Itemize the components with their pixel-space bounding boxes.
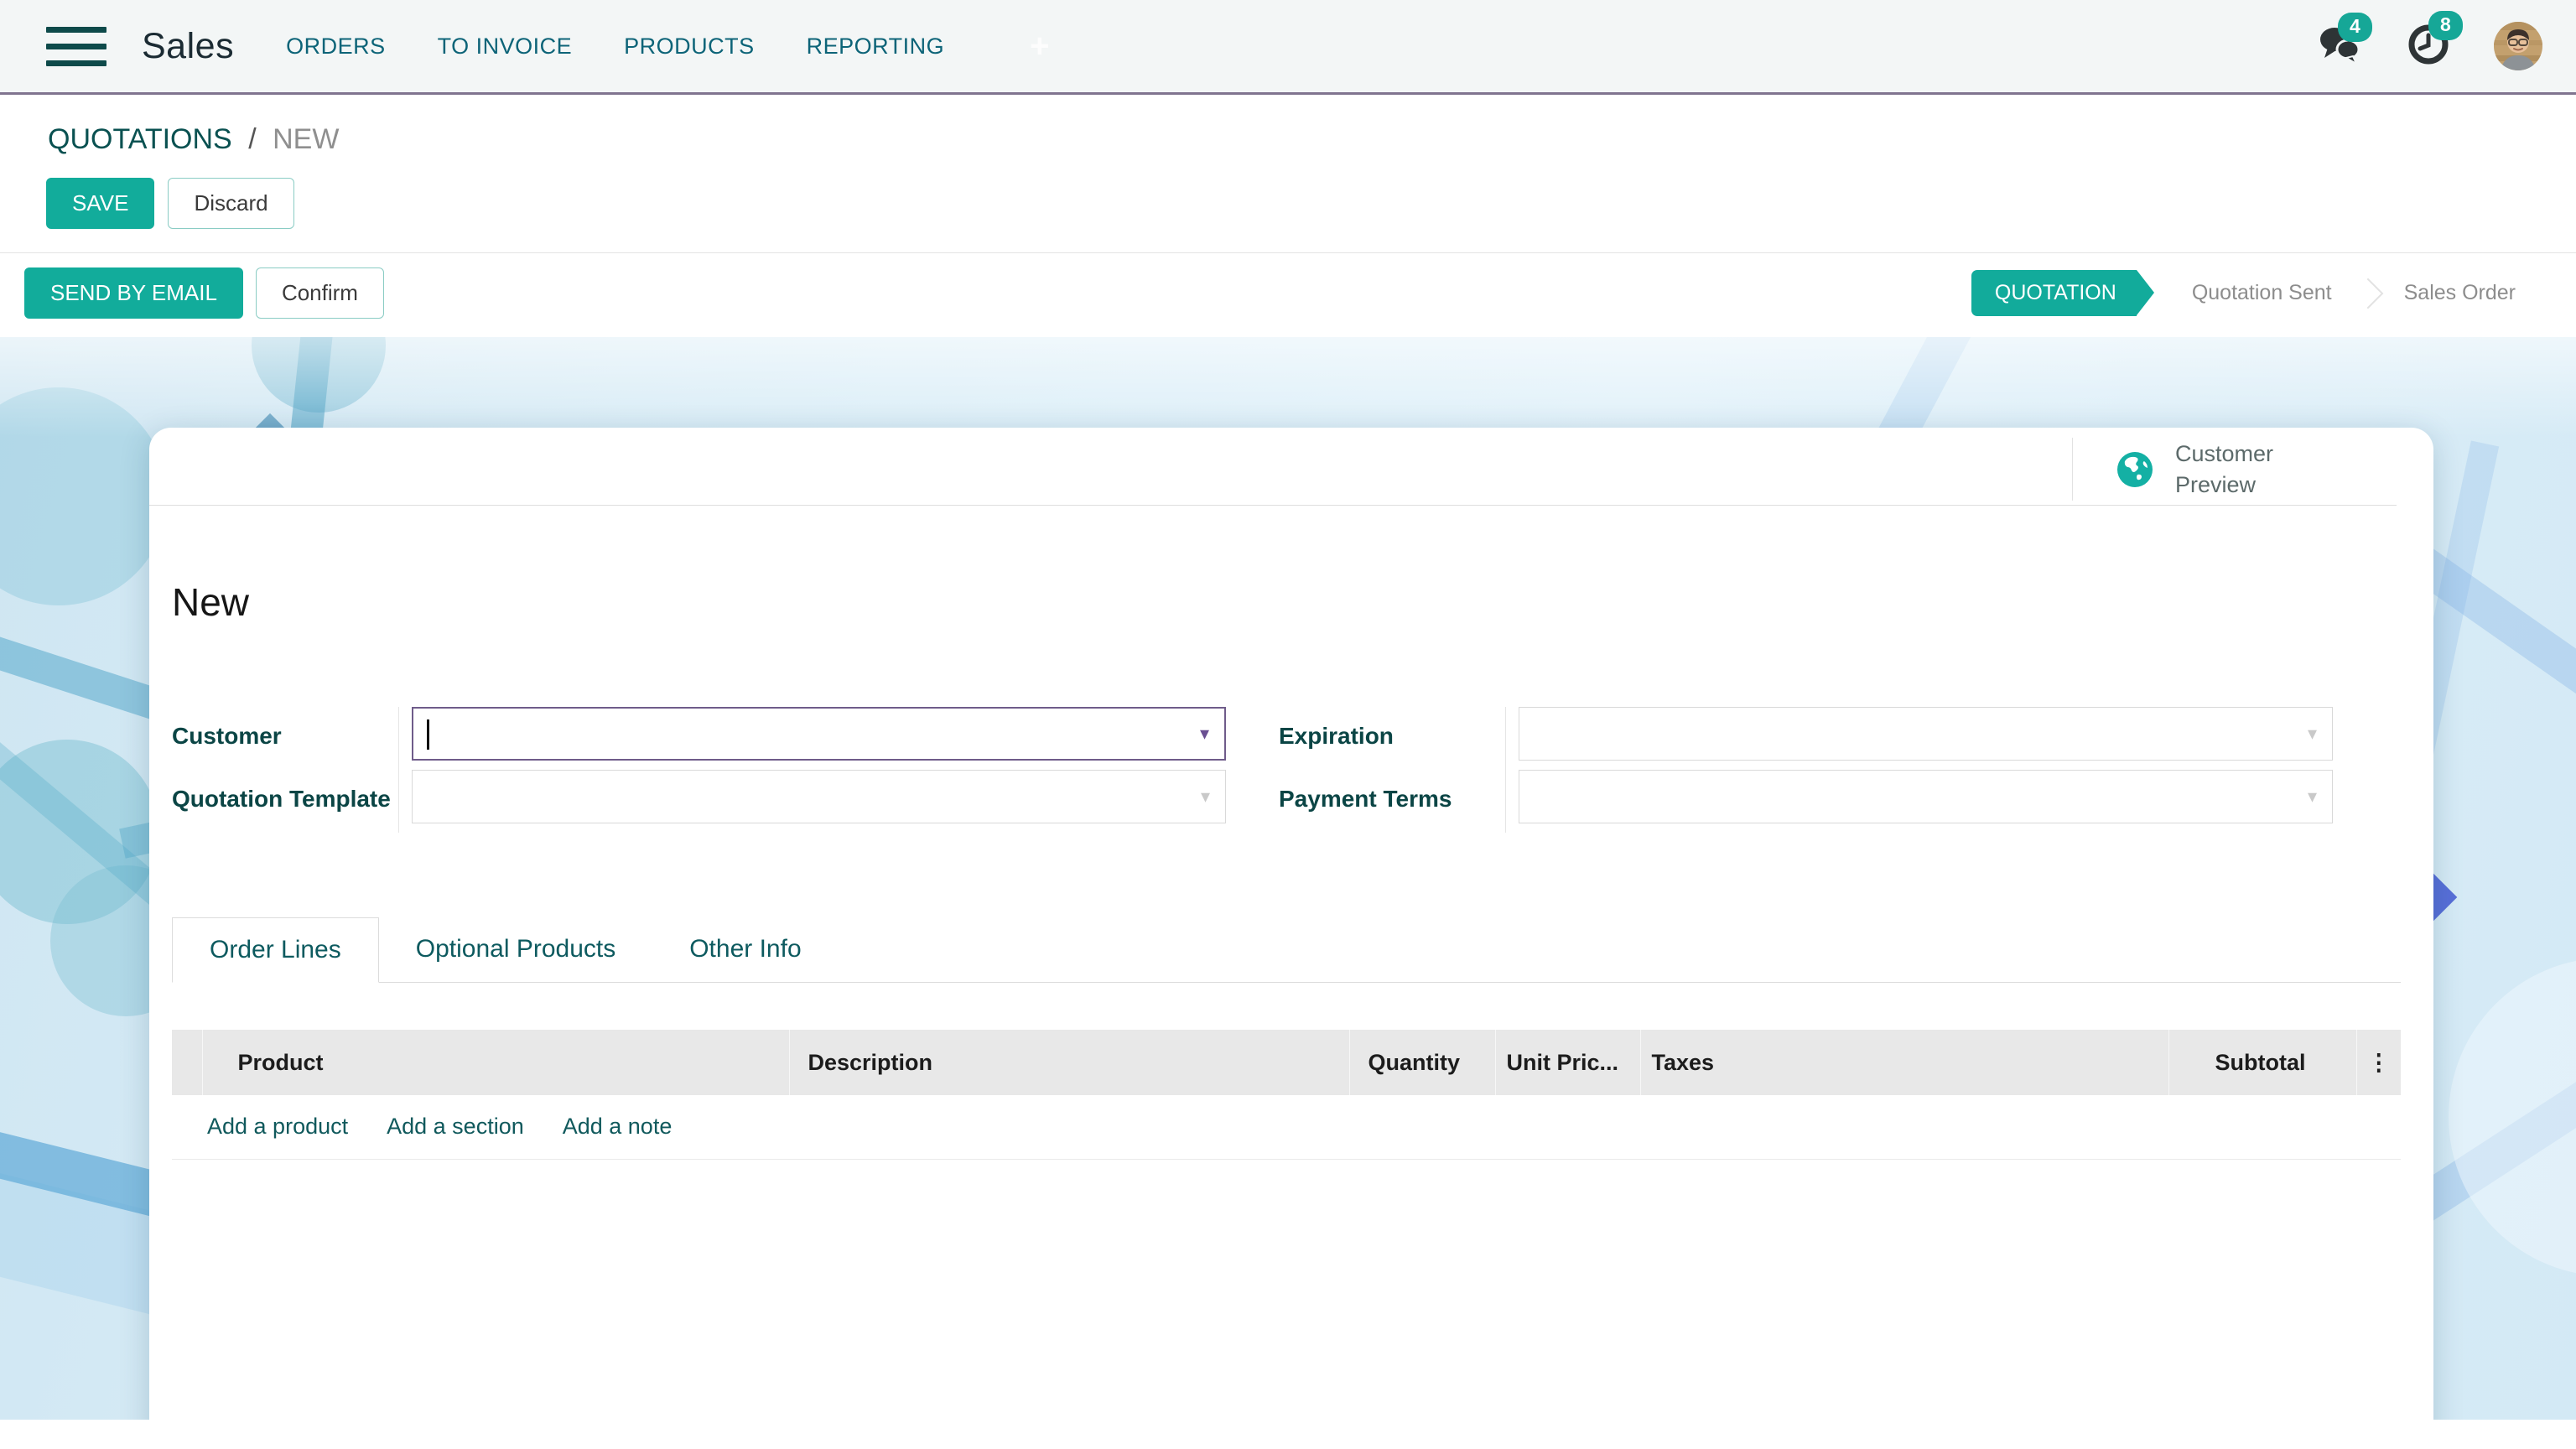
plus-icon: + (1030, 28, 1049, 65)
activities-badge: 8 (2428, 11, 2463, 40)
send-by-email-button[interactable]: SEND BY EMAIL (24, 267, 243, 319)
payment-terms-label: Payment Terms (1279, 770, 1505, 833)
column-taxes[interactable]: Taxes (1640, 1030, 2168, 1095)
form-workspace: Customer Preview New Customer Quotation … (0, 337, 2576, 1420)
column-quantity[interactable]: Quantity (1349, 1030, 1495, 1095)
column-product[interactable]: Product (202, 1030, 789, 1095)
tab-order-lines[interactable]: Order Lines (172, 917, 379, 983)
tab-optional-products[interactable]: Optional Products (379, 917, 652, 982)
status-step-quotation-sent[interactable]: Quotation Sent (2167, 281, 2357, 305)
quotation-template-input[interactable]: ▾ (412, 770, 1226, 823)
expiration-label: Expiration (1279, 707, 1505, 770)
statusbar: QUOTATION Quotation Sent Sales Order (1971, 270, 2541, 316)
customer-input[interactable]: ▾ (412, 707, 1226, 761)
avatar-photo (2494, 22, 2542, 70)
breadcrumb-quotations[interactable]: QUOTATIONS (48, 123, 232, 155)
field-group: Customer Quotation Template ▾ ▾ (172, 707, 2333, 833)
table-add-row: Add a product Add a section Add a note (172, 1095, 2401, 1159)
column-subtotal[interactable]: Subtotal (2168, 1030, 2356, 1095)
control-panel: QUOTATIONS / NEW SAVE Discard SEND BY EM… (0, 95, 2576, 337)
messages-button[interactable]: 4 (2316, 24, 2363, 69)
breadcrumb-separator: / (248, 123, 256, 155)
discard-button[interactable]: Discard (168, 178, 293, 229)
app-brand[interactable]: Sales (142, 26, 234, 67)
nav-item-products[interactable]: PRODUCTS (624, 34, 755, 60)
status-step-sales-order[interactable]: Sales Order (2379, 281, 2541, 305)
quotation-sheet: Customer Preview New Customer Quotation … (149, 428, 2433, 1420)
drag-handle-column (172, 1030, 202, 1095)
breadcrumb-current: NEW (273, 123, 339, 155)
quotation-template-label: Quotation Template (172, 770, 398, 817)
expiration-input[interactable]: ▾ (1519, 707, 2333, 761)
nav-item-to-invoice[interactable]: TO INVOICE (438, 34, 573, 60)
record-title: New (172, 579, 2333, 625)
messages-badge: 4 (2338, 13, 2372, 42)
notebook-tabs: Order Lines Optional Products Other Info (172, 917, 2401, 983)
add-a-product-link[interactable]: Add a product (207, 1114, 348, 1140)
order-lines-table: Product Description Quantity Unit Pric..… (172, 1030, 2401, 1160)
apps-menu-icon[interactable] (46, 27, 106, 66)
nav-item-reporting[interactable]: REPORTING (807, 34, 945, 60)
breadcrumb: QUOTATIONS / NEW (48, 123, 339, 155)
table-header-row: Product Description Quantity Unit Pric..… (172, 1030, 2401, 1095)
sheet-header: Customer Preview (149, 428, 2433, 506)
customer-preview-label: Customer Preview (2175, 439, 2284, 500)
tab-other-info[interactable]: Other Info (652, 917, 838, 982)
chevron-down-icon[interactable]: ▾ (1200, 723, 1209, 745)
chevron-down-icon[interactable]: ▾ (2308, 786, 2317, 808)
add-a-section-link[interactable]: Add a section (387, 1114, 524, 1140)
status-step-quotation[interactable]: QUOTATION (1971, 270, 2137, 316)
text-cursor (427, 719, 429, 750)
save-button[interactable]: SAVE (46, 178, 154, 229)
bg-circle (2449, 958, 2576, 1276)
nav-item-orders[interactable]: ORDERS (286, 34, 386, 60)
customer-label: Customer (172, 707, 398, 770)
nav-menu: ORDERS TO INVOICE PRODUCTS REPORTING + (286, 28, 1049, 65)
customer-preview-button[interactable]: Customer Preview (2072, 438, 2334, 501)
add-a-note-link[interactable]: Add a note (563, 1114, 673, 1140)
confirm-button[interactable]: Confirm (256, 267, 384, 319)
bg-fade (0, 337, 2576, 438)
globe-icon (2116, 451, 2153, 488)
chevron-down-icon[interactable]: ▾ (2308, 723, 2317, 745)
activities-button[interactable]: 8 (2407, 23, 2450, 70)
column-unit-price[interactable]: Unit Pric... (1495, 1030, 1640, 1095)
column-options-kebab-icon[interactable]: ⋮ (2356, 1030, 2401, 1095)
payment-terms-input[interactable]: ▾ (1519, 770, 2333, 823)
top-navbar: Sales ORDERS TO INVOICE PRODUCTS REPORTI… (0, 0, 2576, 92)
column-description[interactable]: Description (789, 1030, 1349, 1095)
user-avatar[interactable] (2494, 22, 2542, 70)
chevron-down-icon[interactable]: ▾ (1201, 786, 1210, 808)
